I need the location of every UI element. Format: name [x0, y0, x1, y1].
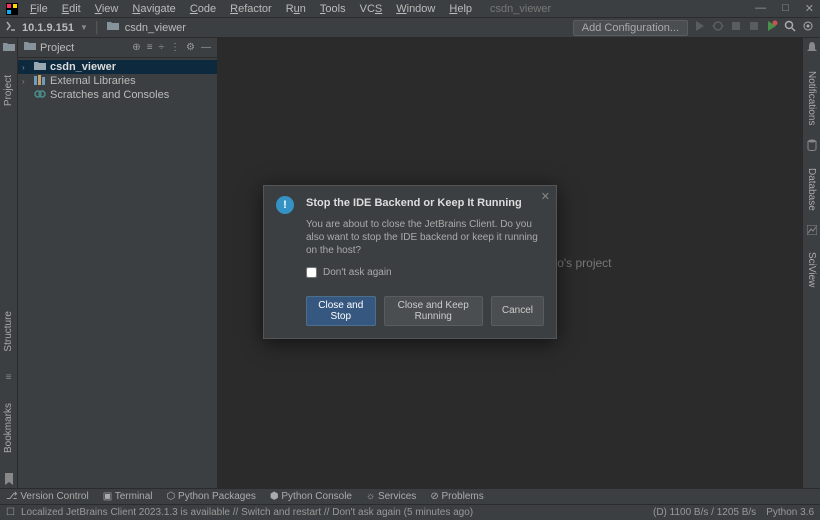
menu-file[interactable]: File [24, 2, 54, 16]
bookmarks-tool-label[interactable]: Bookmarks [3, 403, 14, 453]
close-icon[interactable]: ✕ [805, 2, 814, 15]
library-icon [34, 75, 46, 88]
services-tool[interactable]: ☼ Services [366, 491, 416, 502]
stop-icon[interactable] [748, 20, 760, 35]
sciview-tool-label[interactable]: SciView [806, 252, 817, 287]
tree-expand-icon[interactable]: › [22, 63, 30, 72]
close-and-stop-button[interactable]: Close and Stop [306, 296, 376, 326]
navbar: 10.1.9.151 ▼ │ csdn_viewer Add Configura… [0, 18, 820, 38]
menu-vcs[interactable]: VCS [354, 2, 389, 16]
close-backend-dialog: ✕ ! Stop the IDE Backend or Keep It Runn… [263, 185, 557, 339]
maximize-icon[interactable]: □ [782, 2, 789, 15]
dont-ask-checkbox-input[interactable] [306, 267, 317, 278]
search-icon[interactable] [784, 20, 796, 35]
folder-icon [34, 61, 46, 74]
project-panel-title[interactable]: Project [40, 42, 132, 54]
terminal-tool[interactable]: ▣ Terminal [103, 491, 153, 502]
tree-row-scratches[interactable]: Scratches and Consoles [18, 88, 217, 102]
menu-tools[interactable]: Tools [314, 2, 352, 16]
expand-all-icon[interactable]: ≡ [147, 42, 153, 53]
project-tool-window: Project ⊕ ≡ ÷ ⋮ ⚙ — › csdn_viewer › Exte… [18, 38, 218, 488]
panel-settings-icon[interactable]: ⚙ [186, 42, 195, 53]
menu-help[interactable]: Help [443, 2, 478, 16]
run-icon[interactable] [694, 20, 706, 35]
menu-navigate[interactable]: Navigate [126, 2, 181, 16]
problems-tool[interactable]: ⊘ Problems [430, 491, 483, 502]
menu-edit[interactable]: Edit [56, 2, 87, 16]
cancel-button[interactable]: Cancel [491, 296, 544, 326]
scratches-icon [34, 89, 46, 102]
profiler-icon[interactable] [766, 20, 778, 35]
tree-row-root[interactable]: › csdn_viewer [18, 60, 217, 74]
debug-icon[interactable] [712, 20, 724, 35]
window-controls: ― □ ✕ [755, 2, 814, 15]
status-icon[interactable]: ☐ [6, 507, 15, 518]
add-configuration-button[interactable]: Add Configuration... [573, 20, 688, 36]
dialog-close-icon[interactable]: ✕ [541, 190, 550, 203]
status-interpreter[interactable]: Python 3.6 [766, 507, 814, 518]
remote-host[interactable]: 10.1.9.151 [22, 22, 74, 34]
dont-ask-label: Don't ask again [323, 267, 392, 278]
minimize-icon[interactable]: ― [755, 2, 766, 15]
project-panel-header: Project ⊕ ≡ ÷ ⋮ ⚙ — [18, 38, 217, 58]
status-speed: (D) 1100 B/s / 1205 B/s [653, 507, 756, 518]
menu-code[interactable]: Code [184, 2, 222, 16]
project-tree: › csdn_viewer › External Libraries Scrat… [18, 58, 217, 104]
chevron-down-icon[interactable]: ▼ [80, 23, 88, 32]
project-tool-label[interactable]: Project [3, 75, 14, 106]
status-message[interactable]: Localized JetBrains Client 2023.1.3 is a… [21, 507, 473, 518]
project-header-icon [24, 41, 36, 54]
dont-ask-checkbox[interactable]: Don't ask again [306, 267, 544, 278]
locate-icon[interactable]: ⊕ [132, 42, 140, 53]
project-tool-icon[interactable] [3, 42, 15, 55]
left-tool-gutter: Project Structure ≡ Bookmarks [0, 38, 18, 488]
settings-icon[interactable] [802, 20, 814, 35]
titlebar: File Edit View Navigate Code Refactor Ru… [0, 0, 820, 18]
menu-run[interactable]: Run [280, 2, 312, 16]
tree-label: csdn_viewer [50, 61, 116, 73]
bottom-tool-bar: ⎇ Version Control ▣ Terminal ⬡ Python Pa… [0, 488, 820, 504]
database-tool-icon[interactable] [807, 139, 817, 154]
structure-tool-icon[interactable]: ≡ [6, 372, 12, 383]
menu-refactor[interactable]: Refactor [224, 2, 278, 16]
bookmarks-tool-icon[interactable] [4, 473, 14, 488]
close-and-keep-running-button[interactable]: Close and Keep Running [384, 296, 483, 326]
right-tool-gutter: Notifications Database SciView [802, 38, 820, 488]
python-console-tool[interactable]: ⬢ Python Console [270, 491, 352, 502]
folder-icon [107, 21, 119, 34]
database-tool-label[interactable]: Database [806, 168, 817, 211]
version-control-tool[interactable]: ⎇ Version Control [6, 491, 89, 502]
collapse-all-icon[interactable]: ÷ [159, 42, 165, 53]
tree-expand-icon[interactable]: › [22, 77, 30, 86]
main-menu: File Edit View Navigate Code Refactor Ru… [24, 2, 478, 16]
structure-tool-label[interactable]: Structure [3, 311, 14, 352]
coverage-icon[interactable] [730, 20, 742, 35]
app-icon [6, 3, 18, 15]
tree-label: External Libraries [50, 75, 136, 87]
python-packages-tool[interactable]: ⬡ Python Packages [167, 491, 256, 502]
menu-view[interactable]: View [89, 2, 125, 16]
dialog-message: You are about to close the JetBrains Cli… [306, 218, 544, 257]
tree-label: Scratches and Consoles [50, 89, 169, 101]
remote-icon [6, 21, 16, 34]
notifications-tool-icon[interactable] [807, 42, 817, 57]
status-bar: ☐ Localized JetBrains Client 2023.1.3 is… [0, 504, 820, 520]
info-icon: ! [276, 196, 294, 214]
breadcrumb-project[interactable]: csdn_viewer [125, 22, 186, 34]
panel-options-icon[interactable]: ⋮ [170, 42, 180, 53]
tree-row-external-libs[interactable]: › External Libraries [18, 74, 217, 88]
window-title: csdn_viewer [490, 3, 551, 15]
sciview-tool-icon[interactable] [807, 225, 817, 238]
panel-hide-icon[interactable]: — [201, 42, 211, 53]
notifications-tool-label[interactable]: Notifications [806, 71, 817, 125]
breadcrumb-separator: │ [94, 22, 101, 34]
menu-window[interactable]: Window [390, 2, 441, 16]
dialog-title: Stop the IDE Backend or Keep It Running [306, 197, 544, 209]
